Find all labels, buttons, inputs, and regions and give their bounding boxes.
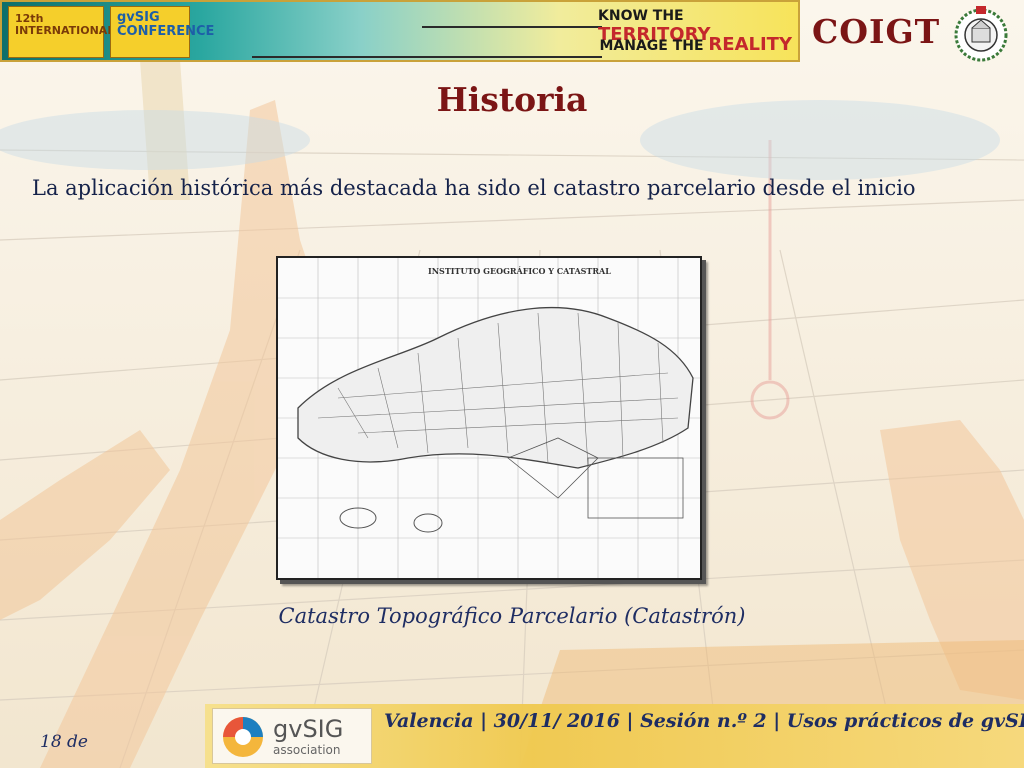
gvsig-conference-logo: gvSIG CONFERENCE	[110, 6, 214, 58]
map-caption: Catastro Topográfico Parcelario (Catastr…	[278, 604, 746, 628]
slogan-prefix: KNOW THE	[598, 8, 684, 24]
logo-name: gvSIG	[273, 715, 344, 743]
coigt-seal-icon	[950, 4, 1012, 62]
intro-text: La aplicación histórica más destacada ha…	[32, 176, 916, 200]
banner-divider	[252, 56, 602, 58]
gvsig-swirl-icon	[223, 717, 263, 757]
page-number: 18 de	[40, 732, 88, 752]
cadastral-map-image: INSTITUTO GEOGRÁFICO Y CATASTRAL	[276, 256, 702, 580]
conference-edition-logo: 12th INTERNATIONAL	[8, 6, 114, 58]
slogan-prefix: MANAGE THE	[599, 38, 704, 54]
slide-title: Historia	[436, 80, 588, 119]
footer-event-info: Valencia | 30/11/ 2016 | Sesión n.º 2 | …	[384, 710, 1024, 732]
gvsig-association-logo: gvSIG association	[212, 708, 372, 764]
banner-slogan: KNOW THE TERRITORY MANAGE THE REALITY	[598, 8, 798, 58]
conference-banner: 12th INTERNATIONAL gvSIG CONFERENCE KNOW T…	[0, 0, 800, 62]
slogan-word: REALITY	[708, 34, 792, 55]
org-name: COIGT	[812, 12, 941, 51]
logo-subtitle: association	[273, 743, 341, 757]
banner-divider	[422, 26, 602, 28]
map-inner-title: INSTITUTO GEOGRÁFICO Y CATASTRAL	[428, 266, 611, 276]
